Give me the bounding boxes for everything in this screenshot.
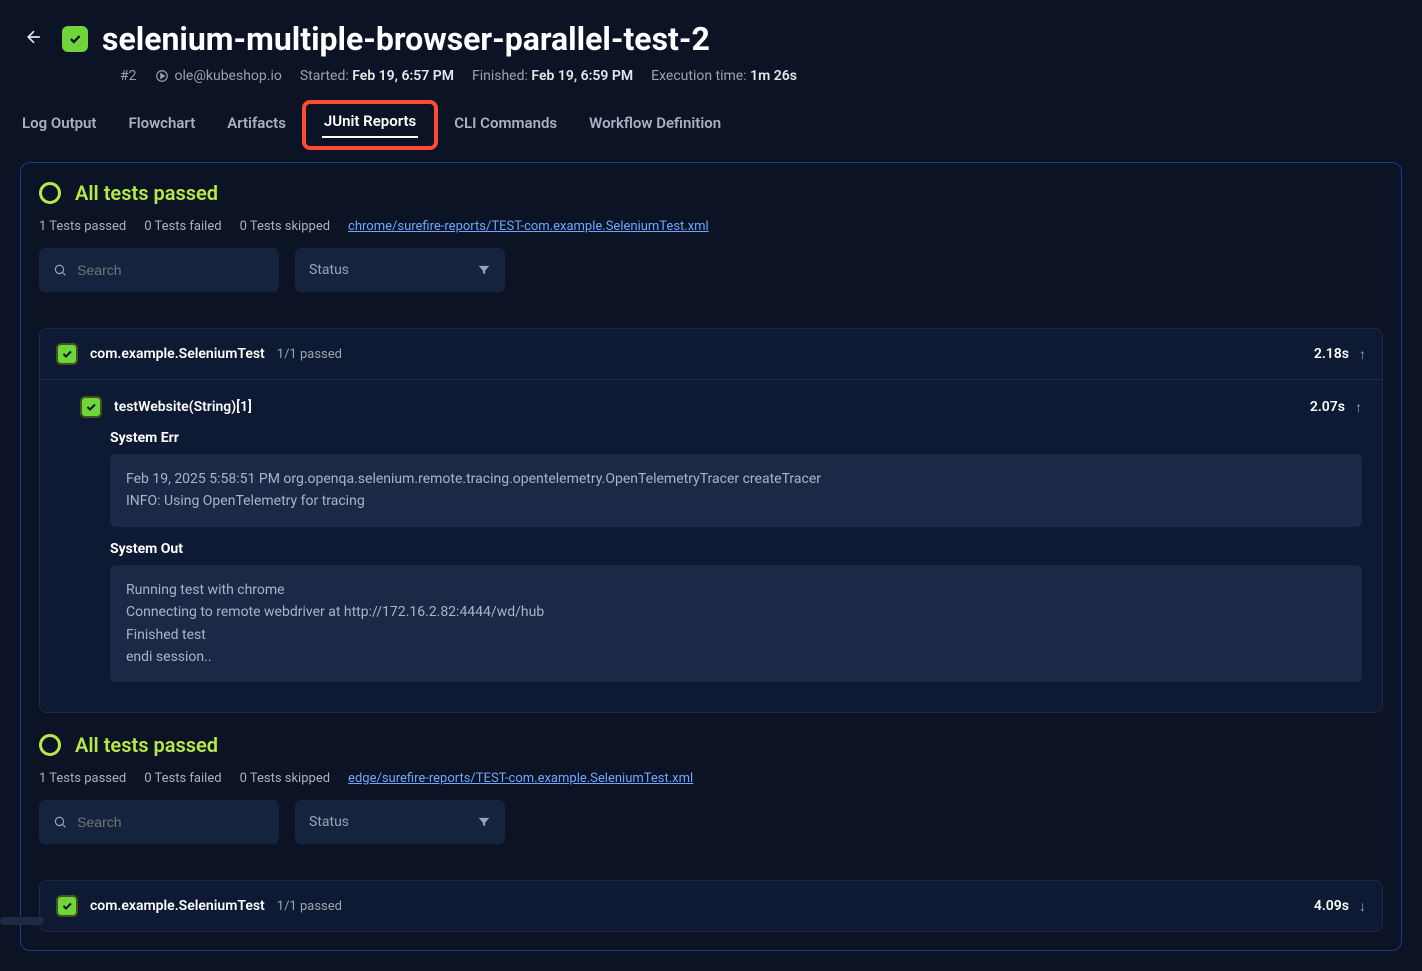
- search-icon: [53, 814, 67, 830]
- run-user: ole@kubeshop.io: [155, 68, 282, 84]
- tab-log-output[interactable]: Log Output: [20, 108, 98, 144]
- stats-failed: 0 Tests failed: [144, 771, 221, 786]
- search-icon: [53, 262, 67, 278]
- system-out-label: System Out: [110, 541, 1362, 557]
- page-title: selenium-multiple-browser-parallel-test-…: [102, 20, 710, 58]
- system-err-output: Feb 19, 2025 5:58:51 PM org.openqa.selen…: [110, 454, 1362, 527]
- report-link[interactable]: chrome/surefire-reports/TEST-com.example…: [348, 219, 709, 234]
- stats-passed: 1 Tests passed: [39, 771, 126, 786]
- system-err-label: System Err: [110, 430, 1362, 446]
- tab-junit-reports[interactable]: JUnit Reports: [322, 106, 418, 138]
- check-icon: [56, 343, 78, 365]
- status-badge-success: [62, 26, 88, 52]
- scrollbar-handle[interactable]: [0, 917, 44, 925]
- summary-title: All tests passed: [75, 181, 218, 205]
- stats-skipped: 0 Tests skipped: [240, 771, 330, 786]
- run-number: #2: [120, 68, 137, 84]
- check-icon: [56, 895, 78, 917]
- status-ring-icon: [39, 734, 61, 756]
- check-icon: [80, 396, 102, 418]
- suite-duration: 2.18s: [1314, 346, 1349, 362]
- suite-duration: 4.09s: [1314, 898, 1349, 914]
- chevron-down-icon: ↓: [1359, 898, 1366, 915]
- status-filter[interactable]: Status: [295, 800, 505, 844]
- search-input-wrapper[interactable]: [39, 800, 279, 844]
- tab-artifacts[interactable]: Artifacts: [225, 108, 288, 144]
- started-meta: Started: Feb 19, 6:57 PM: [300, 68, 454, 84]
- execution-time-meta: Execution time: 1m 26s: [651, 68, 797, 84]
- suite-count: 1/1 passed: [277, 899, 342, 914]
- test-name: testWebsite(String)[1]: [114, 399, 252, 415]
- stats-skipped: 0 Tests skipped: [240, 219, 330, 234]
- suite-count: 1/1 passed: [277, 347, 342, 362]
- finished-meta: Finished: Feb 19, 6:59 PM: [472, 68, 633, 84]
- summary-title: All tests passed: [75, 733, 218, 757]
- suite-header[interactable]: com.example.SeleniumTest 1/1 passed 2.18…: [40, 329, 1382, 380]
- junit-reports-panel: All tests passed 1 Tests passed 0 Tests …: [20, 162, 1402, 951]
- report-link[interactable]: edge/surefire-reports/TEST-com.example.S…: [348, 771, 693, 786]
- status-filter-label: Status: [309, 262, 349, 278]
- stats-failed: 0 Tests failed: [144, 219, 221, 234]
- search-input[interactable]: [77, 262, 265, 278]
- status-ring-icon: [39, 182, 61, 204]
- filter-icon: [477, 815, 491, 829]
- suite-header[interactable]: com.example.SeleniumTest 1/1 passed 4.09…: [40, 881, 1382, 931]
- chevron-up-icon: ↑: [1359, 346, 1366, 363]
- back-arrow-icon[interactable]: [20, 23, 48, 56]
- search-input[interactable]: [77, 814, 265, 830]
- filter-icon: [477, 263, 491, 277]
- tab-junit-highlight: JUnit Reports: [302, 100, 438, 150]
- tab-cli-commands[interactable]: CLI Commands: [452, 108, 559, 144]
- test-suite: com.example.SeleniumTest 1/1 passed 2.18…: [39, 328, 1383, 713]
- suite-name: com.example.SeleniumTest: [90, 346, 265, 362]
- chevron-up-icon: ↑: [1355, 399, 1362, 416]
- test-duration: 2.07s: [1310, 399, 1345, 415]
- search-input-wrapper[interactable]: [39, 248, 279, 292]
- stats-passed: 1 Tests passed: [39, 219, 126, 234]
- status-filter-label: Status: [309, 814, 349, 830]
- system-out-output: Running test with chrome Connecting to r…: [110, 565, 1362, 683]
- suite-name: com.example.SeleniumTest: [90, 898, 265, 914]
- tab-workflow-definition[interactable]: Workflow Definition: [587, 108, 723, 144]
- status-filter[interactable]: Status: [295, 248, 505, 292]
- tab-flowchart[interactable]: Flowchart: [126, 108, 197, 144]
